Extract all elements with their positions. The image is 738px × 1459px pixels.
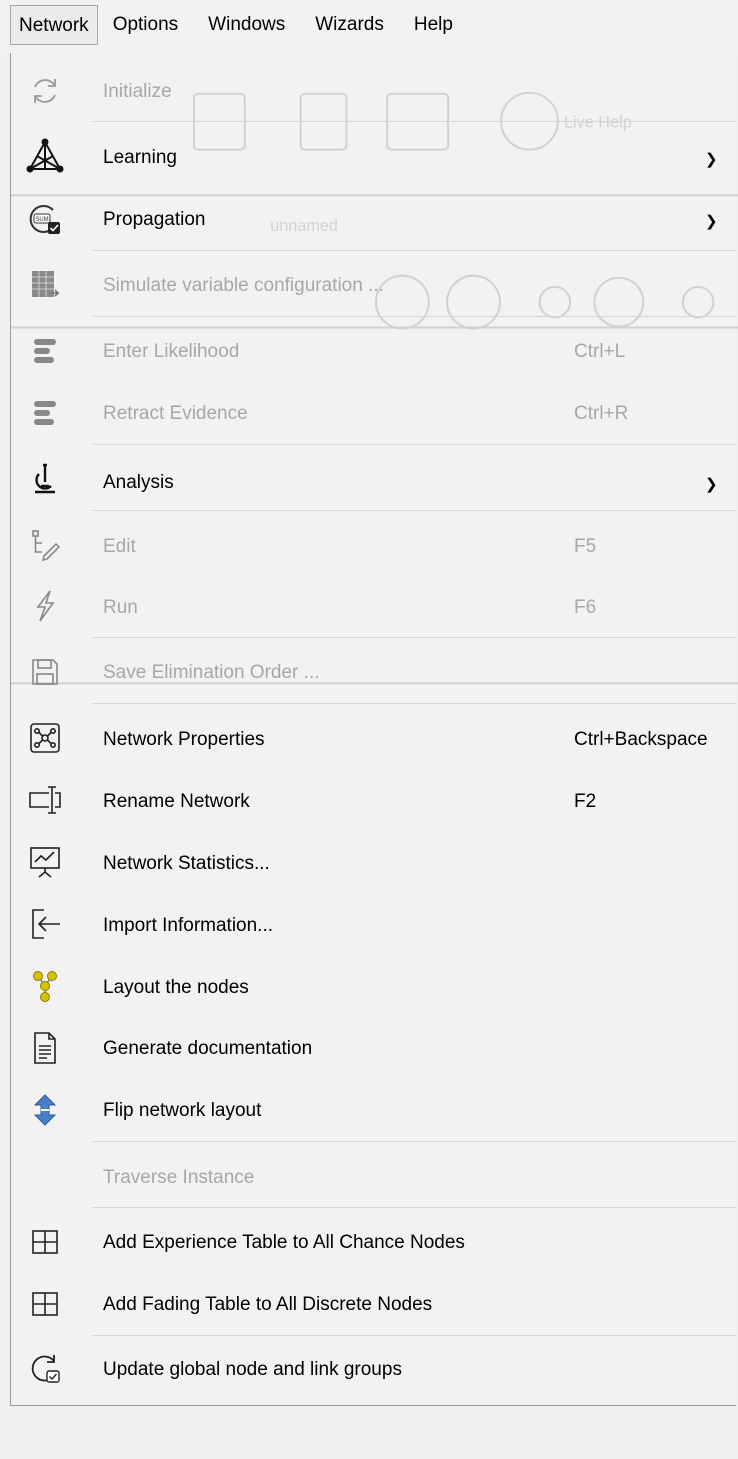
rename-icon bbox=[23, 778, 67, 822]
flip-arrows-icon bbox=[23, 1088, 67, 1132]
table-grid-icon bbox=[23, 1220, 67, 1264]
menu-item-label: Run bbox=[103, 597, 138, 618]
separator bbox=[93, 637, 737, 638]
submenu-arrow-icon: ❯ bbox=[705, 151, 718, 168]
separator bbox=[93, 444, 737, 445]
submenu-arrow-icon: ❯ bbox=[705, 476, 718, 493]
menu-item-label: Edit bbox=[103, 536, 136, 557]
menu-item-layout-the-nodes[interactable]: Layout the nodes bbox=[11, 956, 737, 1016]
menu-item-add-experience-table[interactable]: Add Experience Table to All Chance Nodes bbox=[11, 1212, 737, 1272]
menu-item-save-elimination-order: Save Elimination Order ... bbox=[11, 642, 737, 702]
separator bbox=[93, 1141, 737, 1142]
submenu-arrow-icon: ❯ bbox=[705, 213, 718, 230]
menu-item-flip-network-layout[interactable]: Flip network layout bbox=[11, 1080, 737, 1140]
edit-tree-icon bbox=[23, 523, 67, 567]
layout-nodes-icon bbox=[23, 964, 67, 1008]
document-icon bbox=[23, 1026, 67, 1070]
menu-help[interactable]: Help bbox=[399, 5, 468, 45]
menu-item-label: Simulate variable configuration ... bbox=[103, 275, 384, 296]
sum-propagation-icon: SUM bbox=[23, 197, 67, 241]
menu-item-learning[interactable]: Learning ❯ bbox=[11, 126, 737, 186]
menu-options[interactable]: Options bbox=[98, 5, 193, 45]
menu-item-network-properties[interactable]: Network Properties Ctrl+Backspace bbox=[11, 708, 737, 768]
network-dropdown-menu: Live Help unnamed Initialize Learning ❯ bbox=[10, 53, 738, 1406]
menu-item-simulate-variable-configuration: Simulate variable configuration ... bbox=[11, 255, 737, 315]
menu-item-label: Import Information... bbox=[103, 915, 274, 936]
menu-item-run: Run F6 bbox=[11, 576, 737, 636]
refresh-icon bbox=[23, 69, 67, 113]
menu-item-label: Network Properties bbox=[103, 729, 265, 750]
menu-item-shortcut: Ctrl+Backspace bbox=[574, 729, 708, 750]
menu-item-retract-evidence: Retract Evidence Ctrl+R bbox=[11, 383, 737, 443]
separator bbox=[93, 316, 737, 317]
menu-item-shortcut: F2 bbox=[574, 791, 597, 812]
menu-windows[interactable]: Windows bbox=[193, 5, 300, 45]
menu-item-generate-documentation[interactable]: Generate documentation bbox=[11, 1018, 737, 1078]
separator bbox=[93, 510, 737, 511]
likelihood-bars-icon bbox=[23, 329, 67, 373]
menu-item-label: Add Fading Table to All Discrete Nodes bbox=[103, 1294, 433, 1315]
menu-wizards[interactable]: Wizards bbox=[300, 5, 399, 45]
menu-item-initialize: Initialize bbox=[11, 61, 737, 121]
menu-item-label: Network Statistics... bbox=[103, 853, 270, 874]
evidence-bars-icon bbox=[23, 391, 67, 435]
menu-item-import-information[interactable]: Import Information... bbox=[11, 894, 737, 954]
menu-item-shortcut: F6 bbox=[574, 597, 597, 618]
menu-item-label: Retract Evidence bbox=[103, 403, 248, 424]
svg-text:SUM: SUM bbox=[35, 217, 48, 223]
menu-item-traverse-instance: Traverse Instance bbox=[11, 1146, 737, 1206]
floppy-icon bbox=[23, 650, 67, 694]
menu-item-propagation[interactable]: SUM Propagation ❯ bbox=[11, 189, 737, 249]
menu-item-enter-likelihood: Enter Likelihood Ctrl+L bbox=[11, 321, 737, 381]
menu-item-label: Flip network layout bbox=[103, 1100, 262, 1121]
menu-item-shortcut: Ctrl+R bbox=[574, 403, 629, 424]
menu-item-shortcut: F5 bbox=[574, 536, 597, 557]
menu-item-analysis[interactable]: Analysis ❯ bbox=[11, 449, 737, 509]
menu-item-label: Save Elimination Order ... bbox=[103, 662, 320, 683]
separator bbox=[93, 703, 737, 704]
menu-item-label: Initialize bbox=[103, 81, 172, 102]
menu-item-label: Rename Network bbox=[103, 791, 250, 812]
menu-item-shortcut: Ctrl+L bbox=[574, 341, 626, 362]
menu-item-label: Traverse Instance bbox=[103, 1167, 255, 1188]
triangle-network-icon bbox=[23, 134, 67, 178]
simulate-table-icon bbox=[23, 263, 67, 307]
menu-item-rename-network[interactable]: Rename Network F2 bbox=[11, 770, 737, 830]
table-grid-icon bbox=[23, 1282, 67, 1326]
menu-item-label: Analysis bbox=[103, 472, 174, 493]
menu-item-update-global-groups[interactable]: Update global node and link groups bbox=[11, 1340, 737, 1400]
separator bbox=[93, 1207, 737, 1208]
menu-bar: Network Options Windows Wizards Help bbox=[0, 0, 738, 53]
menu-item-label: Enter Likelihood bbox=[103, 341, 240, 362]
menu-item-label: Layout the nodes bbox=[103, 977, 249, 998]
lightning-icon bbox=[23, 584, 67, 628]
separator bbox=[93, 1335, 737, 1336]
menu-item-label: Propagation bbox=[103, 209, 206, 230]
separator bbox=[93, 250, 737, 251]
menu-item-edit: Edit F5 bbox=[11, 515, 737, 575]
update-groups-icon bbox=[23, 1346, 67, 1390]
menu-item-label: Update global node and link groups bbox=[103, 1359, 402, 1380]
menu-item-label: Generate documentation bbox=[103, 1038, 313, 1059]
import-icon bbox=[23, 902, 67, 946]
statistics-chart-icon bbox=[23, 840, 67, 884]
menu-item-network-statistics[interactable]: Network Statistics... bbox=[11, 832, 737, 892]
network-properties-icon bbox=[23, 716, 67, 760]
menu-item-label: Add Experience Table to All Chance Nodes bbox=[103, 1232, 465, 1253]
microscope-icon bbox=[23, 457, 67, 501]
menu-item-label: Learning bbox=[103, 147, 177, 168]
menu-network[interactable]: Network bbox=[10, 5, 98, 45]
menu-item-add-fading-table[interactable]: Add Fading Table to All Discrete Nodes bbox=[11, 1274, 737, 1334]
separator bbox=[93, 121, 737, 122]
